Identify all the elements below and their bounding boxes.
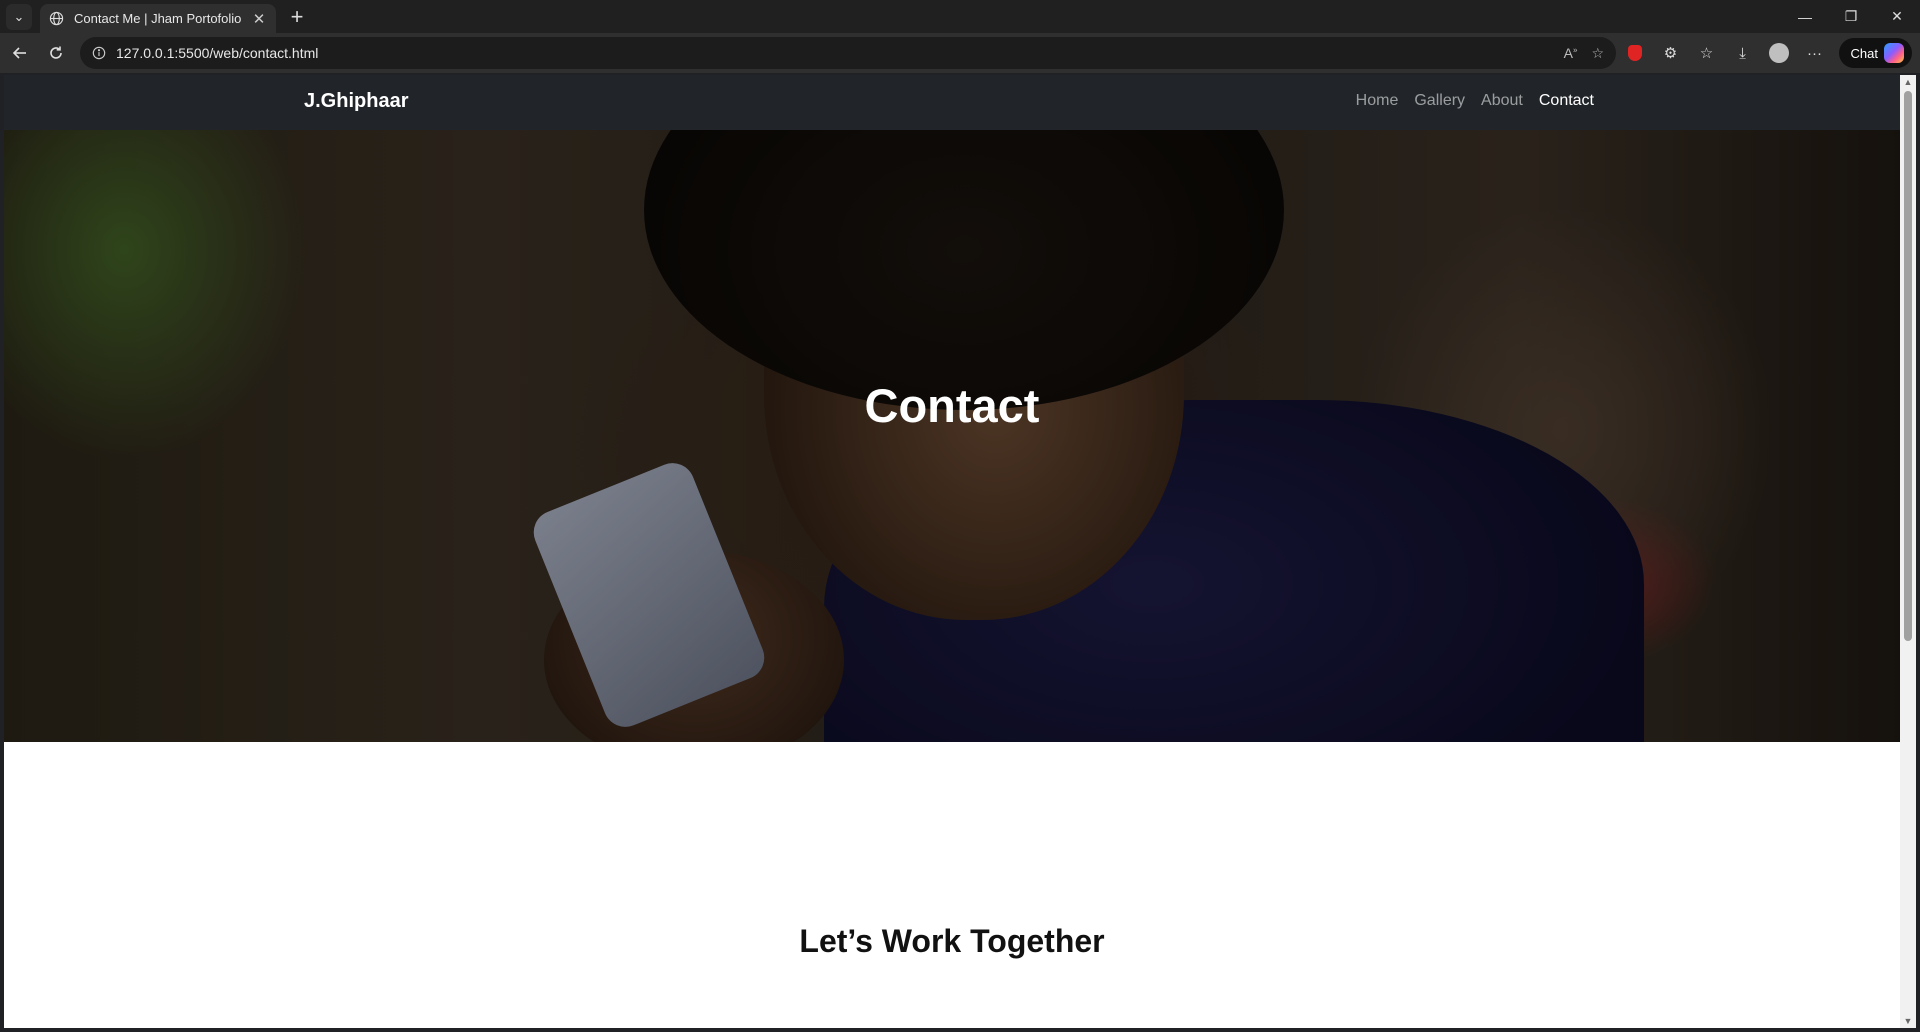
- scrollbar-thumb[interactable]: [1904, 91, 1912, 641]
- scroll-down-arrow-icon[interactable]: ▼: [1903, 1016, 1913, 1026]
- downloads-icon[interactable]: ⤓: [1725, 37, 1761, 69]
- url-text: 127.0.0.1:5500/web/contact.html: [116, 45, 319, 61]
- browser-toolbar: 127.0.0.1:5500/web/contact.html A» ☆ ⚙ ☆…: [0, 33, 1920, 73]
- read-aloud-icon[interactable]: A»: [1564, 45, 1578, 62]
- site-info-icon[interactable]: [90, 44, 108, 62]
- extension-shield-icon[interactable]: [1617, 37, 1653, 69]
- favorites-icon[interactable]: ☆: [1689, 37, 1725, 69]
- profile-avatar-icon[interactable]: [1761, 37, 1797, 69]
- nav-link-home[interactable]: Home: [1356, 92, 1399, 110]
- new-tab-plus-icon[interactable]: +: [284, 4, 310, 30]
- tab-title: Contact Me | Jham Portofolio: [74, 11, 242, 26]
- contact-column-heading-cutoff: [1414, 1021, 1484, 1028]
- scroll-up-arrow-icon[interactable]: ▲: [1903, 77, 1913, 87]
- contact-column-heading-cutoff: [408, 1021, 468, 1028]
- more-menu-icon[interactable]: ···: [1797, 37, 1833, 69]
- window-close-icon[interactable]: ✕: [1874, 0, 1920, 33]
- hero-title: Contact: [864, 379, 1040, 432]
- browser-tab-bar: ⌄ Contact Me | Jham Portofolio ✕ + — ❐ ✕: [0, 0, 1920, 33]
- hero-overlay: [4, 130, 1900, 742]
- address-bar[interactable]: 127.0.0.1:5500/web/contact.html A» ☆: [80, 37, 1616, 69]
- chat-label: Chat: [1850, 45, 1878, 61]
- hero-banner: Contact: [4, 130, 1900, 742]
- tab-close-icon[interactable]: ✕: [250, 10, 268, 28]
- nav-menu: Home Gallery About Contact: [1356, 92, 1594, 110]
- page-viewport: J.Ghiphaar Home Gallery About Contact Co…: [4, 75, 1900, 1028]
- nav-link-about[interactable]: About: [1481, 92, 1523, 110]
- site-navbar: J.Ghiphaar Home Gallery About Contact: [4, 75, 1900, 130]
- nav-link-contact[interactable]: Contact: [1539, 92, 1594, 110]
- reload-icon[interactable]: [40, 37, 72, 69]
- favorite-star-icon[interactable]: ☆: [1591, 45, 1604, 62]
- back-arrow-icon[interactable]: [4, 37, 36, 69]
- extensions-puzzle-icon[interactable]: ⚙: [1653, 37, 1689, 69]
- tab-list-chevron-icon[interactable]: ⌄: [6, 3, 32, 30]
- window-controls: — ❐ ✕: [1782, 0, 1920, 33]
- nav-link-gallery[interactable]: Gallery: [1414, 92, 1465, 110]
- section-title: Let’s Work Together: [799, 923, 1105, 959]
- site-brand[interactable]: J.Ghiphaar: [304, 90, 408, 113]
- chat-button[interactable]: Chat: [1838, 38, 1912, 68]
- copilot-icon: [1884, 43, 1904, 63]
- browser-tab[interactable]: Contact Me | Jham Portofolio ✕: [40, 4, 276, 33]
- page-scrollbar[interactable]: ▲ ▼: [1900, 75, 1916, 1028]
- restore-icon[interactable]: ❐: [1828, 0, 1874, 33]
- minimize-icon[interactable]: —: [1782, 0, 1828, 33]
- globe-icon: [48, 11, 64, 27]
